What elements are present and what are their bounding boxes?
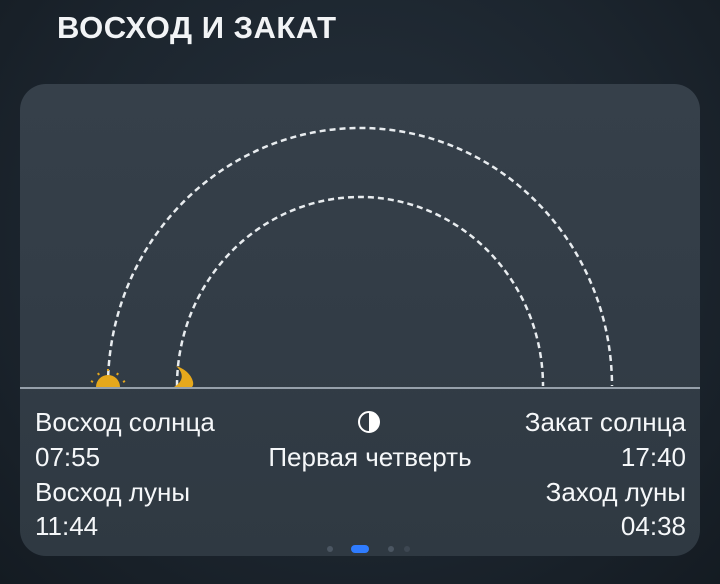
sunset-label: Закат солнца xyxy=(524,407,686,437)
moonset-time: 04:38 xyxy=(620,511,686,541)
moonset-label: Заход луны xyxy=(545,477,686,507)
section-title: ВОСХОД И ЗАКАТ xyxy=(57,10,337,45)
page-indicator[interactable] xyxy=(0,543,720,555)
moon-path-arc xyxy=(175,195,545,387)
page-dot[interactable] xyxy=(327,546,333,552)
moon-phase-label: Первая четверть xyxy=(268,442,472,472)
sun-moon-arc-diagram xyxy=(20,126,700,389)
moonrise-time: 11:44 xyxy=(35,511,99,541)
sunrise-time: 07:55 xyxy=(35,442,101,472)
moonrise-label: Восход луны xyxy=(35,477,191,507)
half-moon-phase-icon xyxy=(358,411,380,433)
sun-moon-card: Восход солнца 07:55 Восход луны 11:44 Пе… xyxy=(20,84,700,556)
sunrise-label: Восход солнца xyxy=(35,407,215,437)
page-dot[interactable] xyxy=(388,546,394,552)
sun-path-arc xyxy=(106,126,614,387)
page-dot[interactable] xyxy=(404,546,410,552)
sunset-time: 17:40 xyxy=(620,442,686,472)
page-dot-active[interactable] xyxy=(351,545,369,553)
